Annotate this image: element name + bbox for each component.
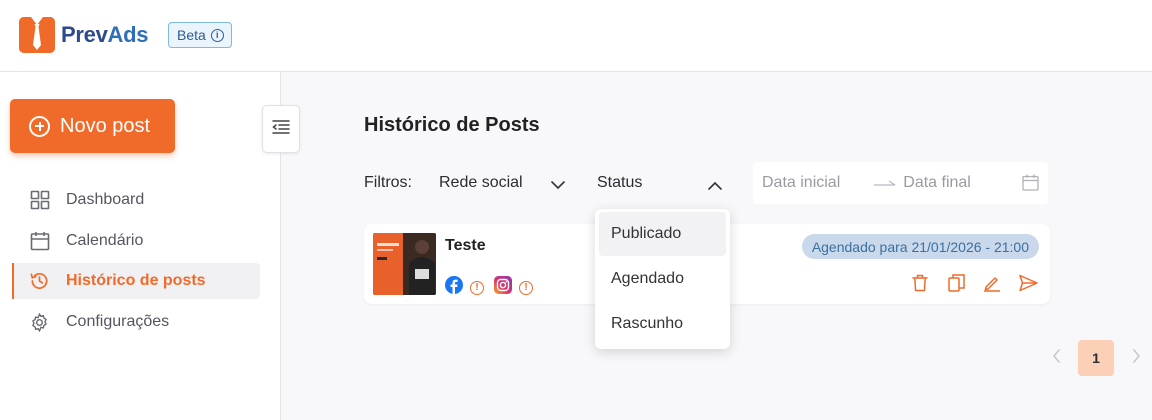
sidebar-item-label: Dashboard (66, 191, 145, 208)
collapse-sidebar-button[interactable] (262, 105, 300, 153)
logo-ads-text: Ads (107, 22, 149, 47)
sidebar: Novo post Dashboard Calendário Histórico… (0, 72, 281, 420)
edit-pencil-icon[interactable] (981, 272, 1003, 294)
status-dropdown-menu: Publicado Agendado Rascunho (595, 209, 730, 349)
logo-prev-text: Prev (61, 22, 108, 47)
sidebar-item-calendar[interactable]: Calendário (12, 223, 260, 259)
top-header: PrevAds Beta i (0, 0, 1152, 72)
instagram-icon (494, 276, 512, 299)
new-post-label: Novo post (60, 114, 151, 137)
trash-icon[interactable] (909, 272, 931, 294)
status-option-published[interactable]: Publicado (599, 212, 726, 256)
sidebar-item-dashboard[interactable]: Dashboard (12, 182, 260, 218)
status-filter-label: Status (597, 174, 643, 191)
warning-icon: ! (470, 280, 484, 295)
post-thumbnail (373, 233, 436, 295)
facebook-icon (445, 276, 463, 299)
social-network-filter[interactable]: Rede social (439, 163, 569, 203)
chevron-left-icon (1052, 348, 1061, 368)
grid-icon (29, 190, 50, 211)
status-filter[interactable]: Status (597, 163, 725, 203)
post-networks: ! ! (445, 276, 533, 299)
new-post-button[interactable]: Novo post (10, 99, 175, 153)
next-page-button[interactable] (1124, 340, 1148, 376)
info-icon: i (210, 28, 224, 42)
status-option-scheduled[interactable]: Agendado (599, 257, 726, 301)
history-clock-icon (29, 271, 50, 292)
calendar-icon (29, 231, 50, 252)
chevron-right-icon (1132, 348, 1141, 368)
send-icon[interactable] (1017, 272, 1039, 294)
post-actions (909, 272, 1039, 294)
sidebar-item-label: Calendário (66, 232, 144, 249)
prevads-logo-text: PrevAds (61, 22, 148, 48)
collapse-menu-icon (272, 119, 290, 139)
prev-page-button[interactable] (1044, 340, 1068, 376)
warning-icon: ! (519, 280, 533, 295)
calendar-icon[interactable] (1022, 174, 1039, 196)
page-number-current[interactable]: 1 (1078, 340, 1114, 376)
date-end-input[interactable]: Data final (903, 174, 971, 192)
sidebar-item-settings[interactable]: Configurações (12, 304, 260, 340)
chevron-down-icon (551, 177, 565, 195)
chevron-up-icon (708, 177, 722, 195)
date-range-picker[interactable]: Data inicial Data final (753, 162, 1048, 204)
prevads-logo-icon (19, 17, 55, 53)
page-title: Histórico de Posts (364, 114, 540, 136)
date-start-input[interactable]: Data inicial (762, 174, 840, 192)
post-title: Teste (445, 237, 486, 254)
social-network-filter-label: Rede social (439, 174, 523, 191)
beta-label: Beta (177, 27, 206, 43)
status-option-draft[interactable]: Rascunho (599, 302, 726, 346)
beta-badge: Beta i (168, 22, 232, 48)
plus-circle-icon (29, 115, 50, 137)
filters-label: Filtros: (364, 174, 412, 191)
sidebar-item-label: Configurações (66, 313, 170, 330)
gear-icon (29, 312, 50, 333)
arrow-right-icon (874, 174, 896, 192)
duplicate-icon[interactable] (945, 272, 967, 294)
sidebar-item-label: Histórico de posts (66, 272, 206, 289)
sidebar-item-post-history[interactable]: Histórico de posts (12, 263, 260, 299)
scheduled-badge: Agendado para 21/01/2026 - 21:00 (801, 234, 1039, 259)
